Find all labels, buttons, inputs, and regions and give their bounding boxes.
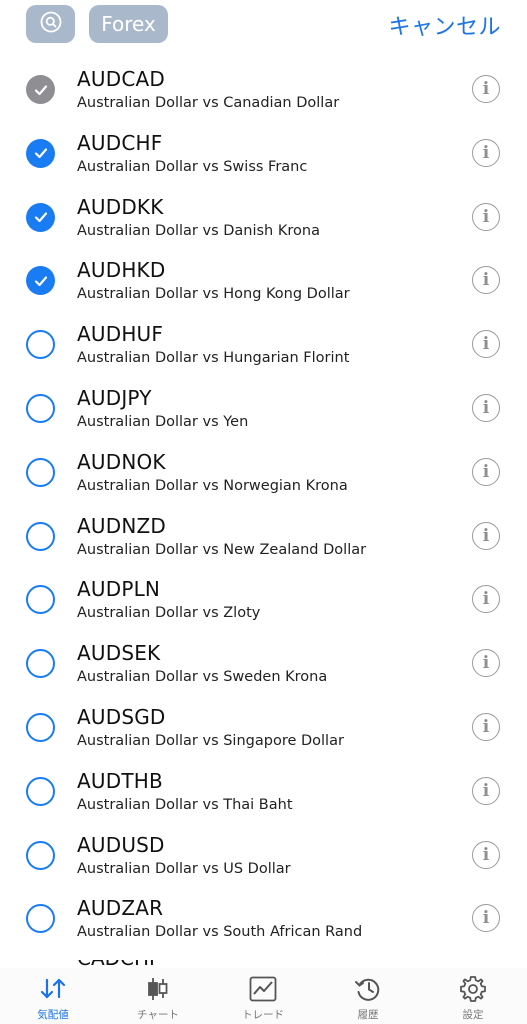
info-icon[interactable]: i	[472, 457, 500, 486]
info-icon[interactable]: i	[472, 904, 500, 933]
history-clock-icon	[353, 974, 383, 1004]
search-button[interactable]	[26, 5, 75, 43]
top-bar: Forex キャンセル	[0, 0, 527, 50]
symbol-description: Australian Dollar vs Hong Kong Dollar	[77, 286, 350, 303]
symbol-description: Australian Dollar vs Thai Baht	[77, 796, 293, 813]
info-icon[interactable]: i	[472, 393, 500, 422]
symbol-name: AUDJPY	[77, 385, 152, 410]
symbol-description: Australian Dollar vs Sweden Krona	[77, 669, 328, 686]
checkmark-circle-icon[interactable]	[26, 138, 55, 168]
symbol-description: Australian Dollar vs Swiss Franc	[77, 158, 308, 175]
symbol-name: AUDNOK	[77, 449, 166, 474]
symbol-row[interactable]: AUDUSD Australian Dollar vs US Dollar i	[0, 824, 527, 888]
category-filter-button[interactable]: Forex	[89, 5, 168, 43]
search-icon	[40, 11, 62, 37]
symbol-description: Australian Dollar vs South African Rand	[77, 924, 363, 941]
unchecked-circle-icon[interactable]	[26, 585, 55, 615]
unchecked-circle-icon[interactable]	[26, 521, 55, 551]
unchecked-circle-icon[interactable]	[26, 649, 55, 679]
symbol-row[interactable]: AUDCAD Australian Dollar vs Canadian Doll…	[0, 58, 527, 122]
tab-trade-label: トレード	[242, 1009, 284, 1021]
symbol-row[interactable]: AUDJPY Australian Dollar vs Yen i	[0, 377, 527, 441]
info-icon[interactable]: i	[472, 521, 500, 550]
info-icon[interactable]: i	[472, 840, 500, 869]
trade-line-chart-icon	[248, 974, 278, 1004]
unchecked-circle-icon[interactable]	[26, 330, 55, 360]
symbol-list: AUDCAD Australian Dollar vs Canadian Doll…	[0, 58, 527, 951]
symbol-name: AUDZAR	[77, 896, 164, 921]
checkmark-circle-icon	[26, 75, 55, 104]
candlestick-chart-icon	[143, 974, 173, 1004]
unchecked-circle-icon[interactable]	[26, 840, 55, 870]
unchecked-circle-icon[interactable]	[26, 776, 55, 806]
bottom-tab-bar: 気配値 チャート トレード 履歴 設定	[0, 968, 527, 1024]
symbol-row[interactable]: AUDHKD Australian Dollar vs Hong Kong Dol…	[0, 249, 527, 313]
symbol-name: AUDSEK	[77, 641, 161, 666]
symbol-name: AUDTHB	[77, 768, 163, 793]
tab-history-label: 履歴	[357, 1009, 379, 1021]
info-icon[interactable]: i	[472, 75, 500, 103]
tab-chart[interactable]: チャート	[113, 974, 203, 1024]
info-icon[interactable]: i	[472, 649, 500, 678]
symbol-description: Australian Dollar vs Zloty	[77, 605, 261, 622]
tab-quotes[interactable]: 気配値	[8, 974, 98, 1024]
partial-row-symbol: CADCHF	[77, 960, 177, 968]
unchecked-circle-icon[interactable]	[26, 457, 55, 487]
symbol-description: Australian Dollar vs Danish Krona	[77, 222, 320, 239]
partial-row-label: CADCHF	[77, 960, 161, 968]
info-icon[interactable]: i	[472, 266, 500, 295]
symbol-description: Australian Dollar vs Yen	[77, 413, 249, 430]
tab-chart-label: チャート	[137, 1009, 179, 1021]
symbol-description: Australian Dollar vs Singapore Dollar	[77, 732, 344, 749]
symbol-name: AUDCAD	[77, 67, 165, 91]
category-filter-label: Forex	[101, 12, 156, 36]
cancel-button[interactable]: キャンセル	[388, 9, 501, 41]
info-icon[interactable]: i	[472, 712, 500, 741]
symbol-description: Australian Dollar vs Hungarian Florint	[77, 350, 350, 367]
info-icon[interactable]: i	[472, 202, 500, 231]
symbol-description: Australian Dollar vs Norwegian Krona	[77, 477, 348, 494]
symbol-row[interactable]: AUDTHB Australian Dollar vs Thai Baht i	[0, 760, 527, 824]
symbol-name: AUDSGD	[77, 704, 166, 729]
symbol-description: Australian Dollar vs New Zealand Dollar	[77, 541, 367, 558]
symbol-row[interactable]: AUDNZD Australian Dollar vs New Zealand D…	[0, 505, 527, 569]
info-icon[interactable]: i	[472, 585, 500, 614]
info-icon[interactable]: i	[472, 330, 500, 359]
tab-quotes-label: 気配値	[37, 1009, 69, 1021]
symbol-row[interactable]: AUDDKK Australian Dollar vs Danish Krona i	[0, 186, 527, 250]
info-icon[interactable]: i	[472, 138, 500, 167]
symbol-name: AUDCHF	[77, 130, 163, 155]
symbol-row[interactable]: AUDZAR Australian Dollar vs South African…	[0, 887, 527, 951]
symbol-name: AUDNZD	[77, 513, 166, 538]
symbol-description: Australian Dollar vs Canadian Dollar	[77, 95, 340, 111]
symbol-name: AUDHUF	[77, 322, 164, 347]
tab-history[interactable]: 履歴	[323, 974, 413, 1024]
tab-settings-label: 設定	[462, 1009, 484, 1021]
unchecked-circle-icon[interactable]	[26, 904, 55, 934]
symbol-name: AUDDKK	[77, 194, 164, 219]
symbol-row[interactable]: AUDSEK Australian Dollar vs Sweden Krona i	[0, 632, 527, 696]
symbol-row[interactable]: AUDHUF Australian Dollar vs Hungarian Flo…	[0, 313, 527, 377]
symbol-description: Australian Dollar vs US Dollar	[77, 860, 291, 877]
unchecked-circle-icon[interactable]	[26, 393, 55, 423]
symbol-name: AUDPLN	[77, 577, 161, 602]
quotes-arrows-icon	[38, 974, 68, 1004]
checkmark-circle-icon[interactable]	[26, 202, 55, 232]
symbol-row[interactable]: AUDNOK Australian Dollar vs Norwegian Kro…	[0, 441, 527, 505]
symbol-name: AUDUSD	[77, 832, 165, 857]
symbol-name: AUDHKD	[77, 258, 166, 283]
unchecked-circle-icon[interactable]	[26, 712, 55, 742]
settings-gear-icon	[458, 974, 488, 1004]
symbol-row[interactable]: AUDCHF Australian Dollar vs Swiss Franc i	[0, 122, 527, 186]
symbol-row[interactable]: AUDSGD Australian Dollar vs Singapore Dol…	[0, 696, 527, 760]
checkmark-circle-icon[interactable]	[26, 266, 55, 296]
info-icon[interactable]: i	[472, 776, 500, 805]
tab-settings[interactable]: 設定	[428, 974, 518, 1024]
symbol-row[interactable]: AUDPLN Australian Dollar vs Zloty i	[0, 568, 527, 632]
tab-trade[interactable]: トレード	[218, 974, 308, 1024]
symbol-picker-screen: Forex キャンセル AUDCAD Australian Dollar vs C…	[0, 0, 527, 1024]
